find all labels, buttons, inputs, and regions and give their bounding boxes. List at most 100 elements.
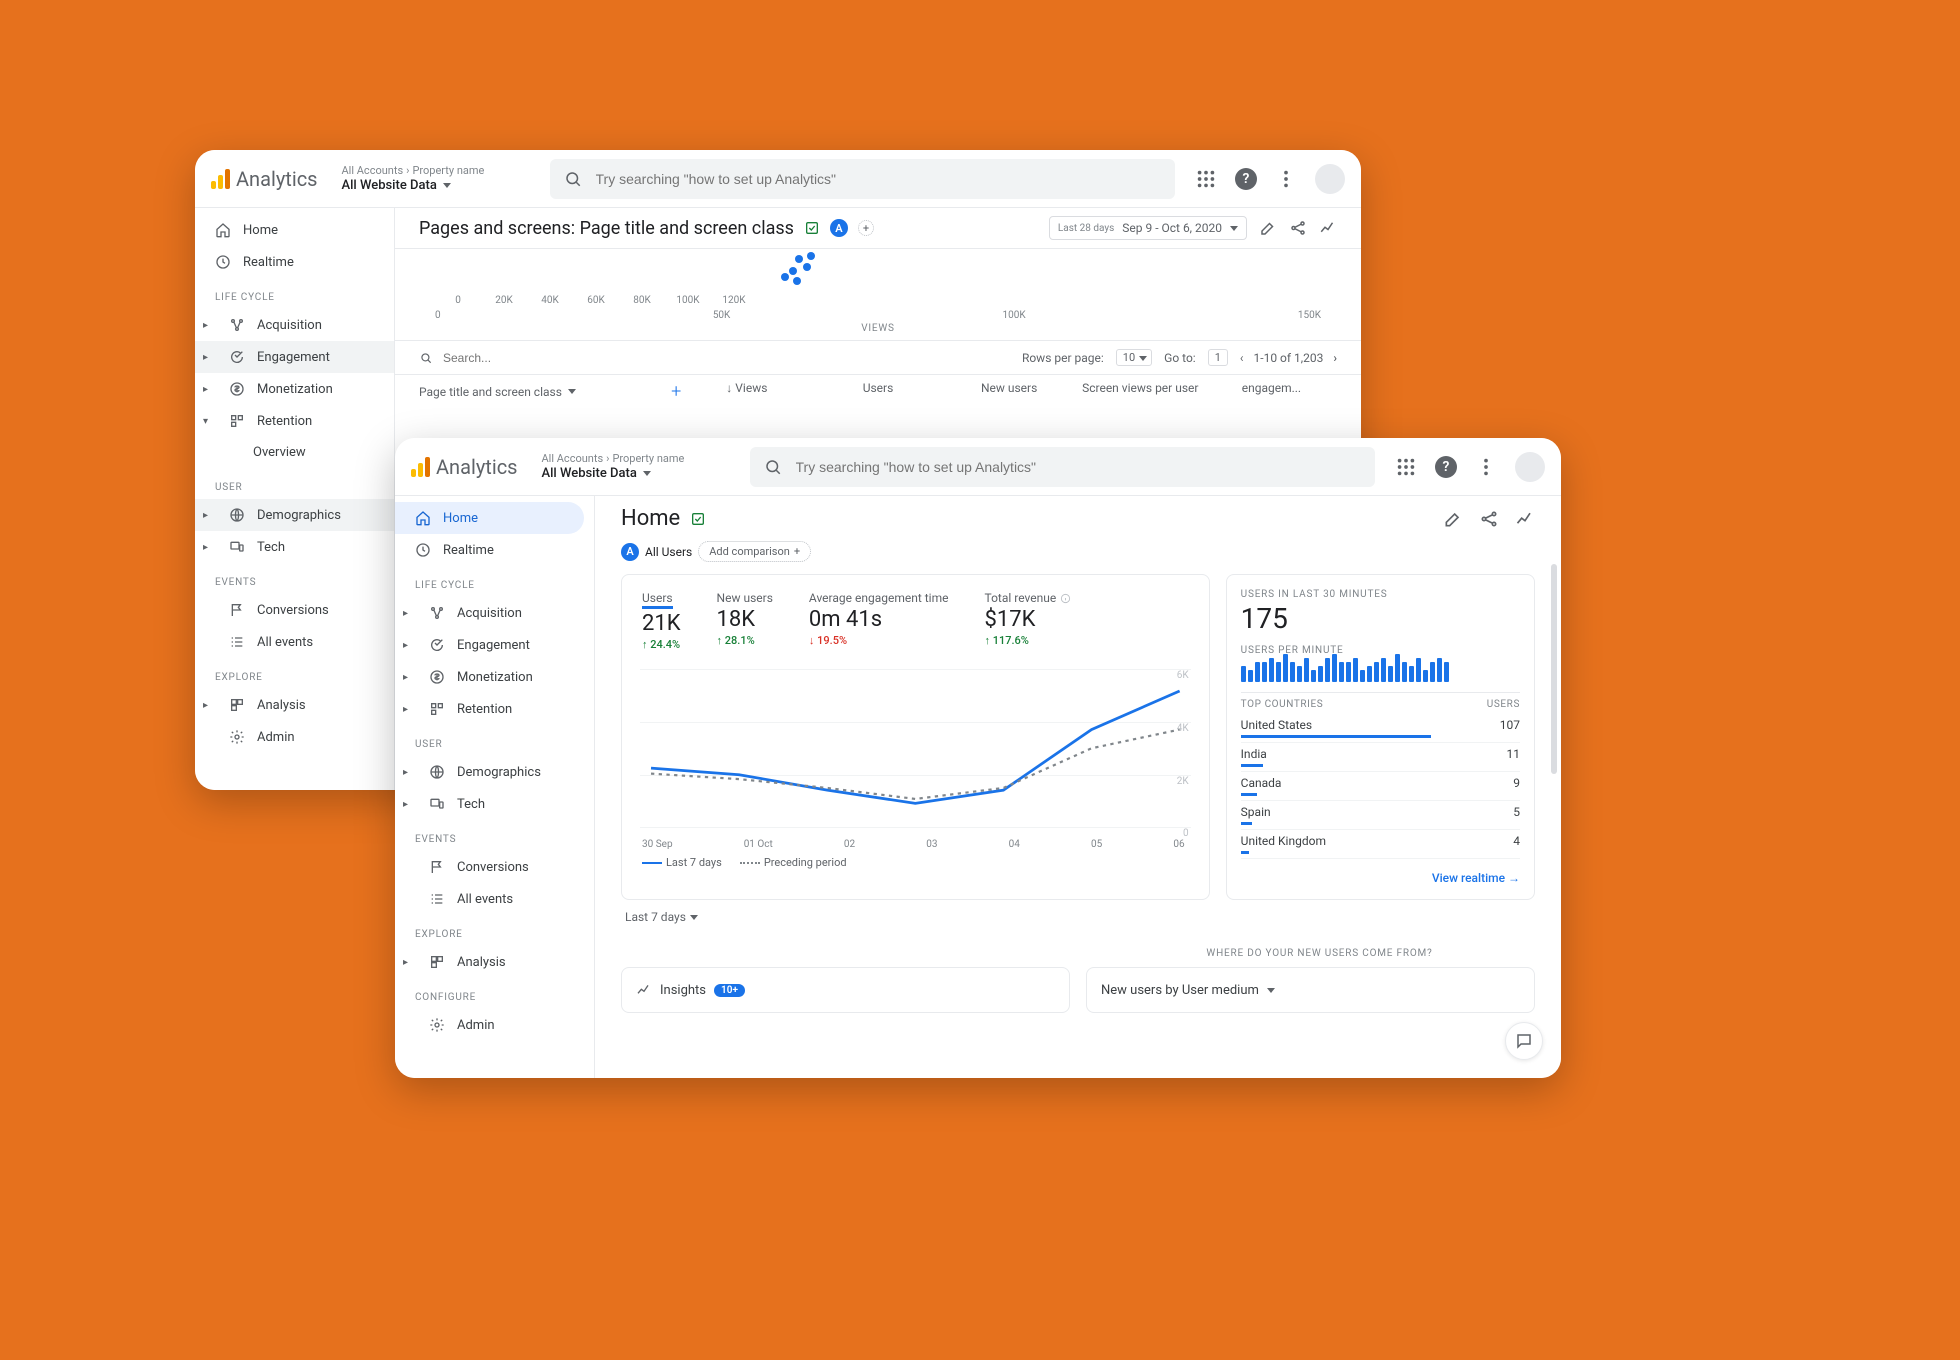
table-search-input[interactable] [443,351,1022,365]
share-icon[interactable] [1479,509,1499,529]
search-input[interactable] [596,171,1162,187]
sidebar-item-allevents[interactable]: All events [395,883,594,915]
sidebar-item-analysis[interactable]: ▸Analysis [195,689,394,721]
edit-icon[interactable] [1443,509,1463,529]
chart-legend: Last 7 days Preceding period [636,856,1195,869]
more-vert-icon[interactable] [1275,168,1297,190]
sidebar-item-home[interactable]: Home [195,214,394,246]
search-input[interactable] [796,459,1362,475]
analysis-icon [229,697,245,713]
sidebar-head-user: USER [395,725,594,756]
next-page-button[interactable]: › [1333,351,1337,365]
share-icon[interactable] [1289,219,1307,237]
sidebar-item-acquisition[interactable]: ▸Acquisition [395,597,594,629]
add-segment-button[interactable]: + [858,220,874,236]
sidebar-item-conversions[interactable]: Conversions [395,851,594,883]
sidebar-item-demographics[interactable]: ▸Demographics [395,756,594,788]
topbar-actions: ? [1195,164,1345,194]
apps-grid-icon[interactable] [1195,168,1217,190]
property-selector[interactable]: All Accounts›Property name All Website D… [342,164,512,193]
sidebar: Home Realtime LIFE CYCLE ▸Acquisition ▸E… [195,208,395,790]
metric-users[interactable]: Users 21K ↑ 24.4% [642,591,681,651]
dollar-icon [229,381,245,397]
scatter-chart: 020K40K60K80K100K120K 050K100K150K VIEWS [395,249,1361,340]
data-table: Rows per page: 10 Go to: 1 ‹ 1-10 of 1,2… [395,340,1361,412]
verified-icon [804,220,820,236]
sidebar-item-overview[interactable]: Overview [195,437,394,468]
sidebar-item-monetization[interactable]: ▸Monetization [395,661,594,693]
col-newusers[interactable]: New users [944,381,1075,402]
chevron-down-icon [643,471,651,476]
global-search[interactable] [550,159,1176,199]
feedback-fab[interactable] [1505,1022,1543,1060]
sidebar-item-conversions[interactable]: Conversions [195,594,394,626]
metric-newusers[interactable]: New users 18K ↑ 28.1% [717,591,773,651]
insights-icon[interactable] [1515,509,1535,529]
sidebar-item-retention[interactable]: ▸Retention [395,693,594,725]
chevron-right-icon: ▸ [203,352,208,363]
sidebar-item-engagement[interactable]: ▸Engagement [195,341,394,373]
sidebar-item-demographics[interactable]: ▸Demographics [195,499,394,531]
avatar[interactable] [1315,164,1345,194]
sidebar-item-admin[interactable]: Admin [395,1009,594,1041]
analytics-logo-icon [211,169,230,189]
global-search[interactable] [750,447,1376,487]
report-toolbar: Last 28 days Sep 9 - Oct 6, 2020 [1049,216,1337,240]
content-pane: Home A All Users Add comparison+ [595,496,1561,1078]
sidebar-item-engagement[interactable]: ▸Engagement [395,629,594,661]
brand-logo[interactable]: Analytics [211,167,318,191]
col-views[interactable]: ↓ Views [681,381,812,402]
sidebar-item-analysis[interactable]: ▸Analysis [395,946,594,978]
search-icon [764,458,782,476]
metric-revenue[interactable]: Total revenue $17K ↑ 117.6% [984,591,1071,651]
chevron-right-icon: ▸ [403,640,408,651]
sidebar-item-home[interactable]: Home [395,502,584,534]
insights-icon[interactable] [1319,219,1337,237]
avatar[interactable] [1515,452,1545,482]
rowsperpage-select[interactable]: 10 [1116,349,1152,366]
edit-icon[interactable] [1259,219,1277,237]
brand-logo[interactable]: Analytics [411,455,518,479]
chevron-right-icon: ▸ [203,384,208,395]
metric-aet[interactable]: Average engagement time 0m 41s ↓ 19.5% [809,591,949,651]
devices-icon [429,796,445,812]
chevron-down-icon: ▾ [203,416,208,427]
sidebar-item-realtime[interactable]: Realtime [195,246,394,278]
sidebar-item-acquisition[interactable]: ▸Acquisition [195,309,394,341]
col-primary[interactable]: Page title and screen class + [419,381,681,402]
sidebar-item-retention[interactable]: ▾Retention [195,405,394,437]
dataset-dropdown[interactable]: All Website Data [542,466,712,481]
section-heading: WHERE DO YOUR NEW USERS COME FROM? [1078,934,1561,967]
help-icon[interactable]: ? [1435,456,1457,478]
prev-page-button[interactable]: ‹ [1240,351,1244,365]
col-users[interactable]: Users [812,381,943,402]
property-selector[interactable]: All Accounts›Property name All Website D… [542,452,712,481]
more-vert-icon[interactable] [1475,456,1497,478]
col-engagement[interactable]: engagem... [1206,381,1337,402]
sidebar-item-realtime[interactable]: Realtime [395,534,594,566]
scrollbar[interactable] [1551,564,1557,774]
apps-grid-icon[interactable] [1395,456,1417,478]
topbar: Analytics All Accounts›Property name All… [395,438,1561,496]
add-dimension-button[interactable]: + [671,381,681,402]
daterange-picker[interactable]: Last 28 days Sep 9 - Oct 6, 2020 [1049,216,1247,240]
sidebar-head-user: USER [195,468,394,499]
goto-input[interactable]: 1 [1208,349,1228,366]
sidebar-item-allevents[interactable]: All events [195,626,394,658]
clock-icon [215,254,231,270]
sidebar-item-monetization[interactable]: ▸Monetization [195,373,394,405]
segment-badge[interactable]: A [830,219,848,237]
sidebar-item-tech[interactable]: ▸Tech [395,788,594,820]
sidebar-item-admin[interactable]: Admin [195,721,394,753]
newusers-medium-card[interactable]: New users by User medium [1086,967,1535,1013]
table-search[interactable] [419,351,1022,365]
insights-card[interactable]: Insights 10+ [621,967,1070,1013]
add-comparison-button[interactable]: Add comparison+ [698,541,811,562]
col-screenviews[interactable]: Screen views per user [1075,381,1206,402]
daterange-last7[interactable]: Last 7 days [595,900,1561,934]
segment-allusers[interactable]: A All Users [621,543,692,561]
help-icon[interactable]: ? [1235,168,1257,190]
view-realtime-link[interactable]: View realtime → [1241,859,1520,885]
dataset-dropdown[interactable]: All Website Data [342,178,512,193]
sidebar-item-tech[interactable]: ▸Tech [195,531,394,563]
